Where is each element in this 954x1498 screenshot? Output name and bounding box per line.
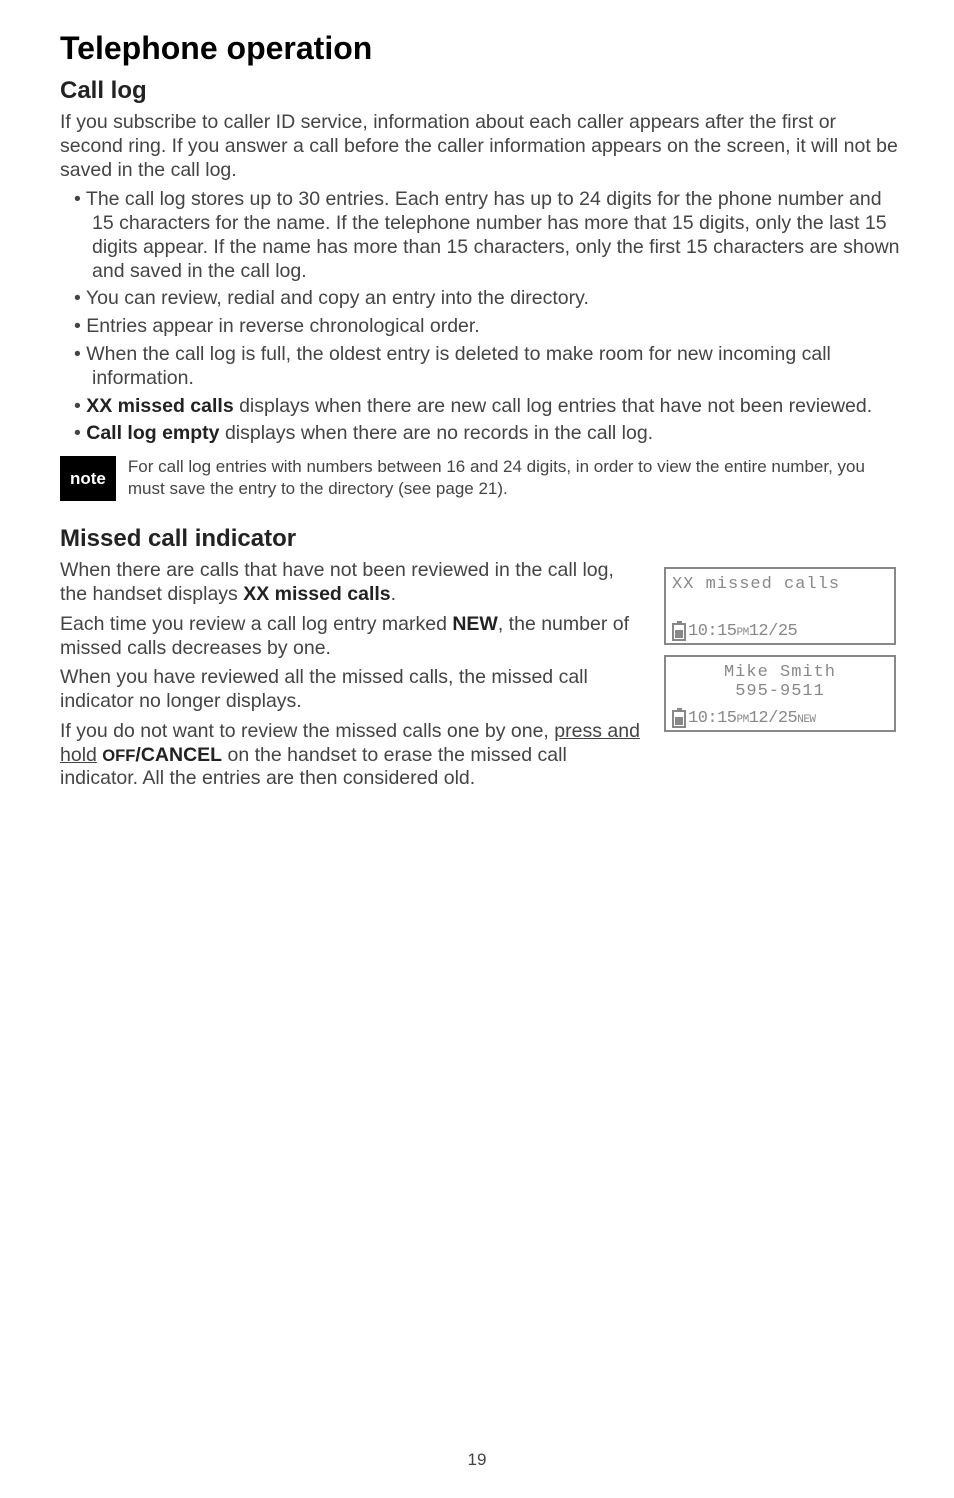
- bullet-5-bold: XX missed calls: [86, 395, 233, 417]
- missed-p2-bold: NEW: [452, 613, 498, 635]
- handset-screen-1: XX missed calls 10:15PM12/25: [664, 567, 896, 645]
- call-log-intro: If you subscribe to caller ID service, i…: [60, 111, 904, 182]
- missed-p4-cancel: /CANCEL: [135, 744, 222, 766]
- missed-p4-a: If you do not want to review the missed …: [60, 720, 554, 742]
- screen1-pm: PM: [737, 627, 749, 639]
- bullet-5-rest: displays when there are new call log ent…: [234, 395, 872, 417]
- missed-p4: If you do not want to review the missed …: [60, 720, 644, 791]
- missed-p2: Each time you review a call log entry ma…: [60, 613, 644, 661]
- battery-icon: [672, 710, 686, 728]
- section-call-log-heading: Call log: [60, 77, 904, 105]
- bullet-2: You can review, redial and copy an entry…: [64, 287, 904, 311]
- bullet-3: Entries appear in reverse chronological …: [64, 315, 904, 339]
- page-number: 19: [0, 1450, 954, 1470]
- bullet-1: The call log stores up to 30 entries. Ea…: [64, 188, 904, 283]
- missed-p4-sc: OFF: [102, 746, 135, 765]
- missed-p1-bold: XX missed calls: [243, 583, 390, 605]
- missed-p3: When you have reviewed all the missed ca…: [60, 666, 644, 714]
- note-badge: note: [60, 456, 116, 501]
- note-box: note For call log entries with numbers b…: [60, 456, 904, 501]
- bullet-6-bold: Call log empty: [86, 422, 219, 444]
- screen1-time-a: 10:15: [688, 622, 737, 641]
- missed-p4-off: OFF/CANCEL: [102, 744, 222, 766]
- bullet-4: When the call log is full, the oldest en…: [64, 343, 904, 391]
- screen1-date: 12/25: [749, 622, 798, 641]
- screen2-status: 10:15PM12/25NEW: [666, 707, 894, 730]
- missed-p1: When there are calls that have not been …: [60, 559, 644, 607]
- screen2-date: 12/25: [749, 709, 798, 728]
- screen2-name: Mike Smith: [666, 657, 894, 682]
- bullet-6-rest: displays when there are no records in th…: [220, 422, 654, 444]
- screen2-new: NEW: [797, 714, 815, 726]
- screen1-line1: XX missed calls: [666, 569, 894, 600]
- note-text: For call log entries with numbers betwee…: [128, 456, 904, 500]
- page-title: Telephone operation: [60, 30, 904, 67]
- missed-p1-b: .: [391, 583, 396, 605]
- screen1-time: 10:15PM12/25: [688, 622, 797, 641]
- screen1-status: 10:15PM12/25: [666, 620, 894, 643]
- screen2-time: 10:15PM12/25NEW: [688, 709, 816, 728]
- missed-p2-a: Each time you review a call log entry ma…: [60, 613, 452, 635]
- call-log-bullets: The call log stores up to 30 entries. Ea…: [60, 188, 904, 446]
- handset-screen-2: Mike Smith 595-9511 10:15PM12/25NEW: [664, 655, 896, 732]
- bullet-5: XX missed calls displays when there are …: [64, 395, 904, 419]
- screen2-pm: PM: [737, 714, 749, 726]
- screen2-time-a: 10:15: [688, 709, 737, 728]
- section-missed-heading: Missed call indicator: [60, 525, 904, 553]
- screen2-number: 595-9511: [666, 682, 894, 707]
- battery-icon: [672, 623, 686, 641]
- bullet-6: Call log empty displays when there are n…: [64, 422, 904, 446]
